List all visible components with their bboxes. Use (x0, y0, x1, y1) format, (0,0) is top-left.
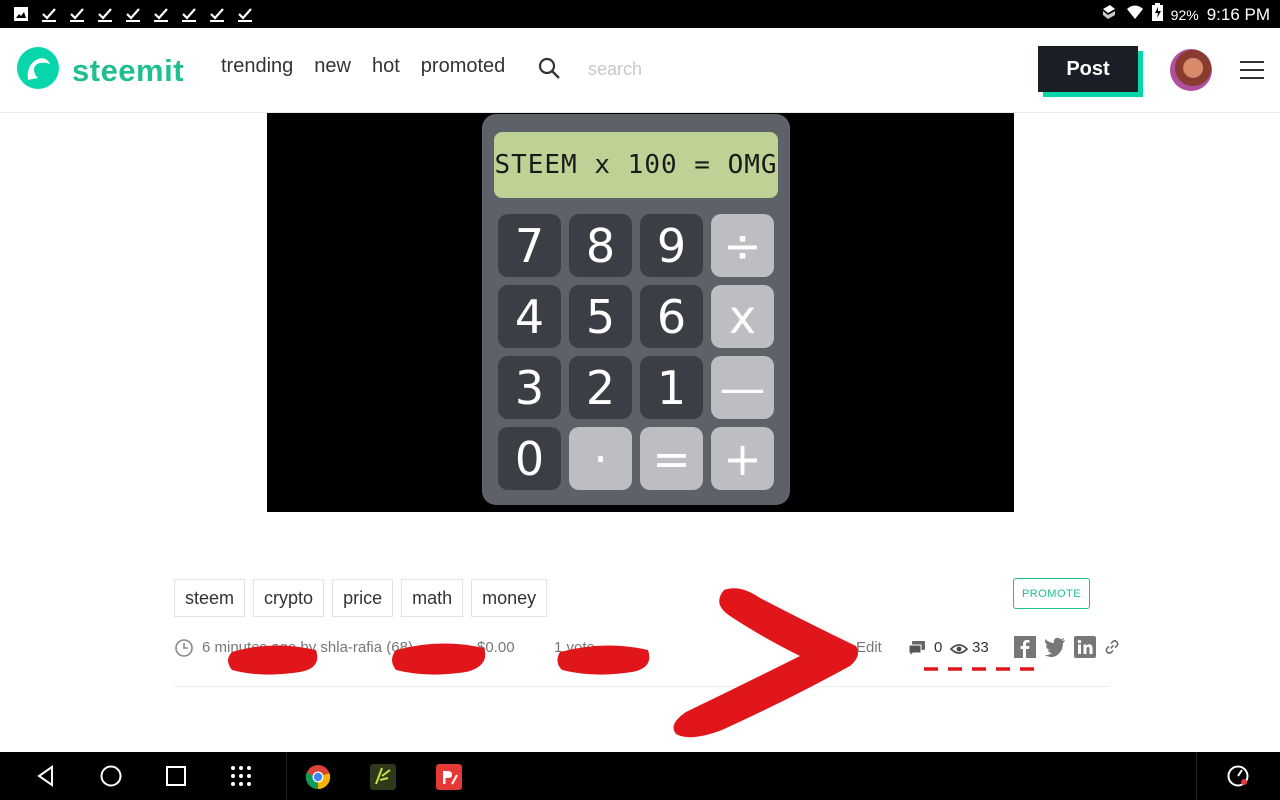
nav-trending[interactable]: trending (221, 55, 293, 78)
image-notification-icon (12, 4, 30, 24)
calc-key: ÷ (711, 214, 774, 277)
promote-button[interactable]: PROMOTE (1013, 578, 1090, 609)
calc-key: · (569, 427, 632, 490)
home-icon[interactable] (99, 764, 123, 788)
steemit-logo-icon (16, 46, 60, 95)
post-button[interactable]: Post (1038, 46, 1138, 92)
notification-icons (12, 4, 254, 24)
linkedin-icon[interactable] (1074, 636, 1096, 662)
nav-new[interactable]: new (314, 55, 351, 78)
post-meta: 6 minutes ago by shla-rafia (68) $0.00 1… (174, 636, 1119, 662)
payout-value[interactable]: $0.00 (477, 639, 515, 656)
nfc-icon (1100, 3, 1118, 26)
calc-key: 4 (498, 285, 561, 348)
nav-promoted[interactable]: promoted (421, 55, 506, 78)
system-nav-bar (0, 752, 1280, 800)
main-nav: trending new hot promoted (221, 55, 505, 78)
tag-money[interactable]: money (471, 579, 548, 617)
app-drawer-icon[interactable] (229, 764, 253, 788)
twitter-icon[interactable] (1044, 637, 1066, 661)
meta-divider (174, 686, 1110, 687)
recents-icon[interactable] (164, 764, 188, 788)
wifi-icon (1126, 4, 1144, 25)
reply-count[interactable]: 0 (934, 639, 942, 656)
edit-link[interactable]: Edit (856, 639, 882, 656)
speedometer-icon[interactable] (1226, 764, 1250, 788)
vote-count[interactable]: 1 vote (554, 639, 595, 656)
check-notification-icon (152, 4, 170, 24)
calc-key: x (711, 285, 774, 348)
arrow-annotation (673, 588, 858, 738)
share-links (1014, 636, 1120, 662)
app-header: steemit trending new hot promoted Post (0, 28, 1280, 113)
calc-key: 1 (640, 356, 703, 419)
reply-icon[interactable] (907, 640, 927, 662)
check-notification-icon (208, 4, 226, 24)
tag-price[interactable]: price (332, 579, 394, 617)
calc-key: — (711, 356, 774, 419)
clock: 9:16 PM (1206, 4, 1270, 24)
eye-icon (949, 642, 969, 659)
check-notification-icon (40, 4, 58, 24)
calc-key: 6 (640, 285, 703, 348)
nav-hot[interactable]: hot (372, 55, 400, 78)
calc-key: + (711, 427, 774, 490)
system-status: 92% 9:16 PM (1100, 3, 1270, 26)
check-notification-icon (68, 4, 86, 24)
drawing-app-icon[interactable] (370, 764, 396, 790)
calculator-display: STEEM x 100 = OMG (494, 132, 778, 198)
search-input[interactable] (588, 56, 788, 82)
tag-math[interactable]: math (401, 579, 464, 617)
calc-key: 7 (498, 214, 561, 277)
calc-key: 5 (569, 285, 632, 348)
check-notification-icon (180, 4, 198, 24)
steemit-logo-text: steemit (72, 52, 185, 88)
clock-icon (174, 638, 194, 662)
calc-key: 2 (569, 356, 632, 419)
battery-percent: 92% (1170, 6, 1199, 23)
steemit-logo[interactable]: steemit (16, 46, 184, 95)
check-notification-icon (124, 4, 142, 24)
tag-list: steem crypto price math money (174, 579, 548, 617)
check-notification-icon (96, 4, 114, 24)
post-image: STEEM x 100 = OMG 7 8 9 ÷ 4 5 6 x 3 2 1 … (267, 113, 1014, 512)
tag-steem[interactable]: steem (174, 579, 246, 617)
search-icon[interactable] (537, 56, 561, 85)
calc-key: 8 (569, 214, 632, 277)
calculator-keypad: 7 8 9 ÷ 4 5 6 x 3 2 1 — 0 · = + (498, 214, 774, 490)
post-time-author[interactable]: 6 minutes ago by shla-rafia (68) (202, 639, 413, 656)
view-count: 33 (972, 639, 989, 656)
nav-separator (286, 752, 287, 800)
facebook-icon[interactable] (1014, 636, 1036, 662)
calc-key: = (640, 427, 703, 490)
nav-separator (1196, 752, 1197, 800)
calculator-illustration: STEEM x 100 = OMG 7 8 9 ÷ 4 5 6 x 3 2 1 … (482, 114, 790, 505)
hamburger-menu-icon[interactable] (1240, 61, 1264, 81)
calc-key: 3 (498, 356, 561, 419)
pdf-editor-icon[interactable] (436, 764, 462, 790)
back-icon[interactable] (34, 764, 58, 788)
chrome-icon[interactable] (305, 764, 331, 790)
calc-key: 0 (498, 427, 561, 490)
link-icon[interactable] (1104, 639, 1120, 659)
status-bar: 92% 9:16 PM (0, 0, 1280, 28)
calc-key: 9 (640, 214, 703, 277)
tag-crypto[interactable]: crypto (253, 579, 325, 617)
battery-icon (1151, 3, 1163, 26)
avatar[interactable] (1170, 49, 1212, 91)
check-notification-icon (236, 4, 254, 24)
